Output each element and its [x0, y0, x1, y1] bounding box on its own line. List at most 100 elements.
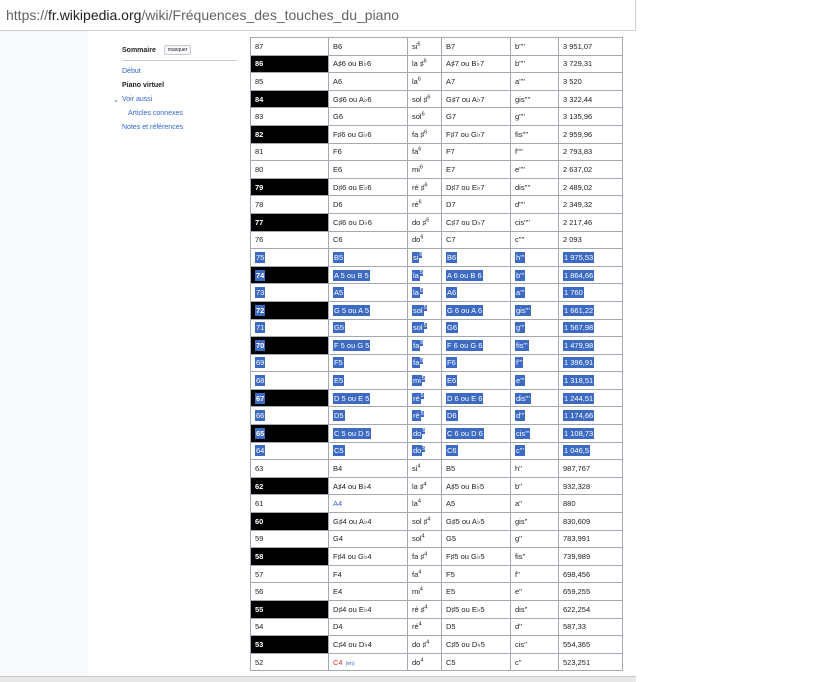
- note-english-cell: D5: [328, 406, 408, 426]
- note-french-cell: fa ♯6: [407, 124, 442, 144]
- note-next-octave-cell: G 6 ou A 6: [441, 300, 511, 320]
- note-next-octave-cell: F 6 ou G 6: [441, 336, 511, 355]
- helmholtz-cell: f'': [510, 564, 559, 584]
- note-next-octave-cell: A 6 ou B 6: [441, 265, 511, 285]
- note-english-cell: G5: [328, 318, 408, 338]
- note-english-cell: G 5 ou A 5: [328, 300, 408, 320]
- helmholtz-notation: fis'''': [515, 129, 529, 139]
- octave-superscript: 4: [421, 533, 425, 540]
- note-next-octave: C6: [446, 445, 458, 457]
- note-english-cell: D6: [328, 195, 408, 214]
- note-english: C6: [333, 235, 343, 245]
- note-english: C♯6 ou D♭6: [333, 217, 372, 227]
- frequency-cell: 739,989: [558, 547, 623, 566]
- toc-item[interactable]: Début: [122, 68, 237, 75]
- note-french-cell: do6: [407, 230, 442, 250]
- note-next-octave: C5: [446, 657, 456, 667]
- frequency-cell: 2 959,96: [558, 124, 623, 144]
- note-next-octave-cell: A♯5 ou B♭5: [441, 476, 511, 496]
- octave-superscript: 4: [426, 639, 430, 646]
- key-number: 81: [255, 147, 264, 157]
- note-french-cell: ré ♯6: [407, 177, 442, 197]
- helmholtz-cell: g''': [510, 318, 559, 338]
- frequency-hz: 622,254: [563, 604, 591, 614]
- helmholtz-cell: e'''': [510, 160, 559, 179]
- frequency-hz: 783,991: [563, 534, 591, 544]
- frequency-cell: 3 951,07: [558, 37, 623, 56]
- toc-hide-button[interactable]: masquer: [163, 45, 192, 55]
- table-row: 74 A 5 ou B 5 la5 A 6 ou B 6 b''' 1 864,66: [250, 265, 623, 285]
- note-french: ré: [412, 410, 421, 422]
- note-english-cell: E6: [328, 160, 408, 179]
- table-row: 81 F6 fa6 F7 f'''' 2 793,83: [250, 142, 623, 162]
- frequency-hz: 1 174,66: [563, 410, 595, 422]
- toc-item[interactable]: Piano virtuel: [122, 82, 237, 89]
- frequency-hz: 739,989: [563, 552, 591, 562]
- helmholtz-notation: f'': [515, 569, 520, 579]
- frequency-cell: 1 396,91: [558, 353, 623, 373]
- note-french: la ♯: [412, 481, 424, 491]
- toc-item[interactable]: ⌄ Voir aussi: [113, 96, 237, 104]
- frequency-hz: 523,251: [563, 657, 591, 667]
- key-number-cell: 84: [250, 89, 329, 109]
- helmholtz-notation: c'': [515, 657, 522, 667]
- octave-superscript: 5: [420, 340, 424, 347]
- key-number-cell: 56: [250, 582, 329, 601]
- note-english: F 5 ou G 5: [333, 339, 371, 351]
- note-english[interactable]: C4: [333, 658, 343, 667]
- interlanguage-link[interactable]: (en): [346, 661, 355, 667]
- note-french: ré: [412, 200, 419, 210]
- helmholtz-cell: b'''': [510, 54, 559, 74]
- chevron-down-icon[interactable]: ⌄: [113, 96, 119, 104]
- octave-superscript: 4: [424, 551, 428, 558]
- note-next-octave: D7: [446, 200, 456, 210]
- octave-superscript: 5: [420, 393, 424, 400]
- table-row: 59 G4 sol4 G5 g'' 783,991: [250, 529, 623, 549]
- note-french: do: [412, 445, 423, 457]
- key-number-cell: 70: [250, 336, 329, 355]
- url-path: /wiki/Fréquences_des_touches_du_piano: [141, 7, 400, 23]
- helmholtz-cell: gis'''': [510, 89, 559, 109]
- helmholtz-cell: b'': [510, 476, 559, 496]
- note-english-cell: F5: [328, 353, 408, 373]
- note-english-cell: B5: [328, 248, 408, 267]
- helmholtz-notation: gis'''': [515, 94, 531, 104]
- helmholtz-cell: f'''': [510, 142, 559, 162]
- note-next-octave-cell: B5: [441, 459, 511, 478]
- frequency-hz: 1 396,91: [563, 357, 595, 369]
- key-number: 61: [255, 499, 264, 509]
- toc-item[interactable]: Notes et références: [122, 124, 237, 131]
- table-row: 71 G5 sol5 G6 g''' 1 567,98: [250, 318, 623, 338]
- note-english: G♯6 ou A♭6: [333, 94, 372, 104]
- url-text[interactable]: https://fr.wikipedia.org/wiki/Fréquences…: [6, 7, 399, 23]
- note-english-cell: G4: [328, 529, 408, 549]
- helmholtz-cell: h'': [510, 459, 559, 478]
- note-french: do ♯: [412, 217, 427, 227]
- note-english: D 5 ou E 5: [333, 392, 371, 404]
- helmholtz-notation: g''': [515, 322, 526, 334]
- note-english[interactable]: A4: [333, 499, 342, 508]
- table-row: 66 D5 ré5 D6 d''' 1 174,66: [250, 406, 623, 426]
- key-number: 77: [255, 217, 264, 227]
- note-french-cell: fa5: [407, 336, 442, 355]
- octave-superscript: 6: [417, 76, 421, 83]
- frequency-hz: 1 108,73: [563, 427, 595, 439]
- octave-superscript: 4: [427, 516, 431, 523]
- note-next-octave-cell: D6: [441, 406, 511, 426]
- frequency-hz: 1 244,51: [563, 392, 595, 404]
- key-number: 57: [255, 569, 264, 579]
- key-number-cell: 58: [250, 547, 329, 566]
- key-number: 86: [255, 59, 264, 69]
- address-bar[interactable]: https://fr.wikipedia.org/wiki/Fréquences…: [0, 0, 636, 31]
- toc-item[interactable]: Articles connexes: [122, 110, 237, 117]
- key-number: 68: [255, 375, 266, 387]
- note-next-octave-cell: G6: [441, 318, 511, 338]
- key-number-cell: 76: [250, 230, 329, 250]
- horizontal-scrollbar[interactable]: [0, 676, 636, 682]
- note-french: mi: [412, 587, 420, 597]
- table-row: 52 C4 (en) do4 C5 c'' 523,251: [250, 652, 623, 672]
- note-next-octave: D♯7 ou E♭7: [446, 182, 485, 192]
- helmholtz-cell: cis''': [510, 424, 559, 443]
- note-french-cell: do ♯6: [407, 212, 442, 232]
- frequency-cell: 2 637,02: [558, 160, 623, 179]
